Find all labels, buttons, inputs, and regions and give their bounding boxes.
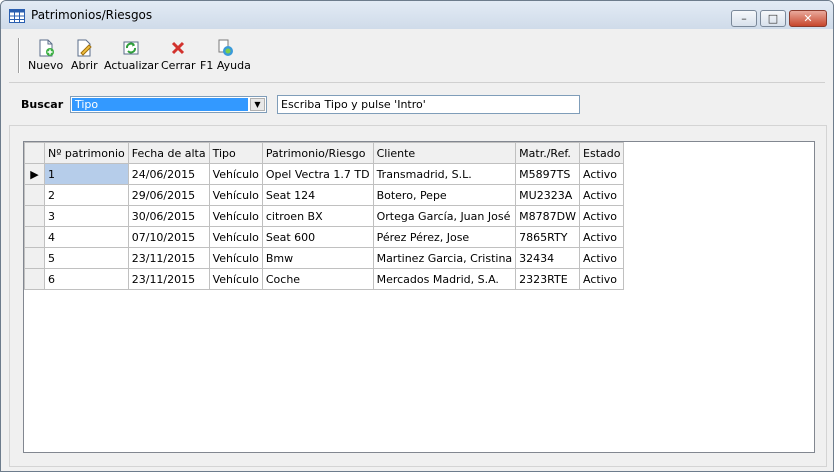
corner-header [24,142,45,164]
cell-numero[interactable]: 2 [44,184,129,206]
column-header-patrimonio[interactable]: Patrimonio/Riesgo [261,142,374,164]
search-label: Buscar [21,98,64,111]
cell-matricula[interactable]: MU2323A [515,184,581,206]
cell-fecha[interactable]: 23/11/2015 [127,247,210,269]
new-button[interactable]: Nuevo [28,39,63,72]
row-header[interactable] [24,184,45,206]
search-field-select[interactable]: Tipo ▼ [70,96,267,113]
refresh-button-label: Actualizar [104,59,159,72]
cell-tipo[interactable]: Vehículo [208,268,263,290]
cell-matricula[interactable]: 32434 [515,247,581,269]
cell-fecha[interactable]: 24/06/2015 [127,163,210,185]
cell-fecha[interactable]: 29/06/2015 [127,184,210,206]
table-window-icon [9,9,25,23]
close-button-label: Cerrar [161,59,196,72]
toolbar-grip [18,38,20,73]
title-bar[interactable]: Patrimonios/Riesgos – □ ✕ [1,1,833,29]
new-document-icon [39,39,54,57]
row-header[interactable] [24,205,45,227]
cell-estado[interactable]: Activo [579,226,625,248]
cell-tipo[interactable]: Vehículo [208,184,263,206]
cell-patrimonio[interactable]: Coche [261,268,374,290]
cell-fecha[interactable]: 30/06/2015 [127,205,210,227]
table-row[interactable]: 4 07/10/2015 Vehículo Seat 600 Pérez Pér… [24,226,625,248]
maximize-icon: □ [767,12,779,25]
cell-numero[interactable]: 4 [44,226,129,248]
cell-numero[interactable]: 5 [44,247,129,269]
row-header[interactable] [24,268,45,290]
cell-numero[interactable]: 6 [44,268,129,290]
table-row[interactable]: ▶ 1 24/06/2015 Vehículo Opel Vectra 1.7 … [24,163,625,185]
row-header[interactable] [24,247,45,269]
cell-estado[interactable]: Activo [579,205,625,227]
table-row[interactable]: 5 23/11/2015 Vehículo Bmw Martinez Garci… [24,247,625,269]
cell-patrimonio[interactable]: Bmw [261,247,374,269]
cell-matricula[interactable]: M5897TS [515,163,581,185]
window-title: Patrimonios/Riesgos [31,8,153,22]
cell-cliente[interactable]: Mercados Madrid, S.A. [372,268,517,290]
cell-fecha[interactable]: 23/11/2015 [127,268,210,290]
cell-estado[interactable]: Activo [579,184,625,206]
column-header-tipo[interactable]: Tipo [208,142,263,164]
cell-estado[interactable]: Activo [579,268,625,290]
help-icon [218,39,234,56]
column-header-numero[interactable]: Nº patrimonio [44,142,129,164]
maximize-button[interactable]: □ [760,10,786,27]
close-x-icon [172,41,185,55]
cell-numero[interactable]: 1 [44,163,129,185]
cell-cliente[interactable]: Martinez Garcia, Cristina [372,247,517,269]
table-row[interactable]: 6 23/11/2015 Vehículo Coche Mercados Mad… [24,268,625,290]
column-header-matricula[interactable]: Matr./Ref. [515,142,581,164]
cell-matricula[interactable]: 7865RTY [515,226,581,248]
cell-matricula[interactable]: 2323RTE [515,268,581,290]
minimize-button[interactable]: – [731,10,757,27]
cell-cliente[interactable]: Ortega García, Juan José [372,205,517,227]
close-window-button[interactable]: ✕ [789,10,827,27]
column-header-estado[interactable]: Estado [579,142,625,164]
cell-tipo[interactable]: Vehículo [208,226,263,248]
cell-estado[interactable]: Activo [579,163,625,185]
cell-cliente[interactable]: Pérez Pérez, Jose [372,226,517,248]
edit-document-icon [77,39,93,57]
header-row: Nº patrimonio Fecha de alta Tipo Patrimo… [24,142,625,164]
cell-fecha[interactable]: 07/10/2015 [127,226,210,248]
cell-patrimonio[interactable]: citroen BX [261,205,374,227]
results-table: Nº patrimonio Fecha de alta Tipo Patrimo… [24,142,625,290]
minimize-icon: – [741,12,747,25]
chevron-down-icon[interactable]: ▼ [250,98,265,111]
refresh-icon [123,41,139,55]
cell-tipo[interactable]: Vehículo [208,163,263,185]
cell-estado[interactable]: Activo [579,247,625,269]
column-header-cliente[interactable]: Cliente [372,142,517,164]
main-window: Patrimonios/Riesgos – □ ✕ Nuevo Abrir Ac… [0,0,834,472]
help-button-label: F1 Ayuda [200,59,251,72]
row-header[interactable] [24,226,45,248]
table-row[interactable]: 3 30/06/2015 Vehículo citroen BX Ortega … [24,205,625,227]
search-field-selected: Tipo [72,98,248,111]
help-button[interactable]: F1 Ayuda [200,39,251,72]
column-header-fecha[interactable]: Fecha de alta [127,142,210,164]
table-row[interactable]: 2 29/06/2015 Vehículo Seat 124 Botero, P… [24,184,625,206]
cell-tipo[interactable]: Vehículo [208,205,263,227]
cell-patrimonio[interactable]: Seat 124 [261,184,374,206]
results-grid[interactable]: Nº patrimonio Fecha de alta Tipo Patrimo… [23,141,815,453]
close-button[interactable]: Cerrar [161,39,196,72]
new-button-label: Nuevo [28,59,64,72]
cell-patrimonio[interactable]: Opel Vectra 1.7 TD [261,163,374,185]
search-input[interactable] [277,95,580,114]
cell-cliente[interactable]: Transmadrid, S.L. [372,163,517,185]
open-button-label: Abrir [71,59,98,72]
cell-matricula[interactable]: M8787DW [515,205,581,227]
cell-numero[interactable]: 3 [44,205,129,227]
close-icon: ✕ [803,12,813,25]
current-row-indicator-icon[interactable]: ▶ [24,163,45,185]
cell-patrimonio[interactable]: Seat 600 [261,226,374,248]
open-button[interactable]: Abrir [71,39,98,72]
cell-cliente[interactable]: Botero, Pepe [372,184,517,206]
toolbar-divider [9,82,825,83]
refresh-button[interactable]: Actualizar [104,39,159,72]
cell-tipo[interactable]: Vehículo [208,247,263,269]
